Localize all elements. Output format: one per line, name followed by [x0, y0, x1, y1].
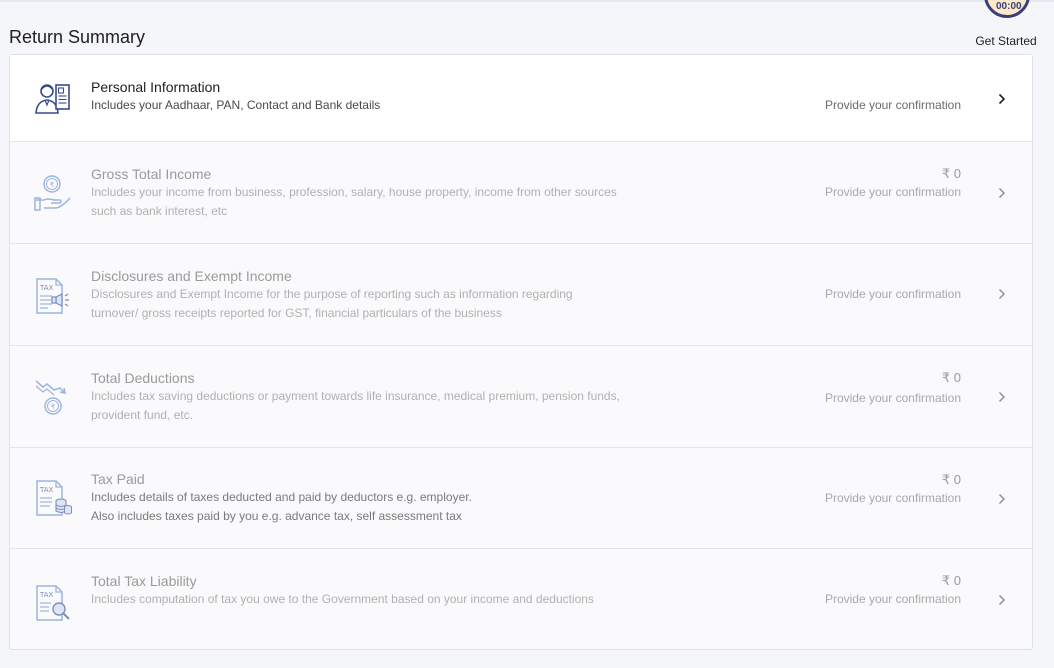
section-status: Provide your confirmation: [824, 287, 961, 301]
top-border: [0, 0, 1054, 2]
chevron-right-icon: [999, 289, 1005, 299]
section-amount: ₹ 0: [941, 166, 961, 181]
timer-badge-icon: 00:00: [984, 0, 1030, 18]
section-description: Includes your Aadhaar, PAN, Contact and …: [91, 98, 381, 112]
chevron-right-icon: [999, 188, 1005, 198]
svg-text:TAX: TAX: [39, 486, 54, 494]
page-title: Return Summary: [9, 27, 146, 48]
chevron-right-icon: [999, 392, 1005, 402]
svg-text:TAX: TAX: [39, 284, 54, 292]
section-status: Provide your confirmation: [824, 592, 961, 606]
return-summary-card: Personal Information Includes your Aadha…: [9, 54, 1033, 650]
section-status: Provide your confirmation: [824, 185, 961, 199]
section-title: Total Tax Liability: [91, 573, 197, 589]
section-title: Total Deductions: [91, 370, 195, 386]
svg-text:TAX: TAX: [39, 591, 54, 599]
rupee-hand-icon: ₹: [34, 175, 71, 211]
chevron-right-icon: [999, 494, 1005, 504]
section-total-deductions[interactable]: ₹ Total Deductions Includes tax saving d…: [10, 346, 1032, 448]
section-description: Includes tax saving deductions or paymen…: [91, 389, 620, 422]
section-gross-total-income[interactable]: ₹ Gross Total Income Includes your incom…: [10, 142, 1032, 244]
get-started-label: Get Started: [975, 34, 1037, 48]
section-title: Disclosures and Exempt Income: [91, 268, 292, 284]
section-disclosures-exempt-income[interactable]: TAX Disclosures and Exempt Income Disclo…: [10, 244, 1032, 346]
chevron-right-icon: [999, 595, 1005, 605]
section-description: Includes computation of tax you owe to t…: [91, 592, 594, 606]
section-personal-information[interactable]: Personal Information Includes your Aadha…: [10, 55, 1032, 142]
tax-megaphone-icon: TAX: [36, 278, 69, 314]
chevron-right-icon: [998, 93, 1006, 105]
section-description: Includes your income from business, prof…: [91, 185, 617, 218]
tax-search-icon: TAX: [36, 585, 70, 621]
section-title: Personal Information: [91, 79, 221, 95]
svg-text:₹: ₹: [50, 181, 55, 189]
tax-coins-icon: TAX: [36, 480, 72, 516]
timer-badge-text: 00:00: [996, 1, 1022, 12]
section-status: Provide your confirmation: [824, 98, 961, 112]
get-started-widget[interactable]: 00:00 Get Started: [966, 0, 1046, 52]
section-description-line: Includes details of taxes deducted and p…: [91, 490, 472, 504]
section-total-tax-liability[interactable]: TAX Total Tax Liability Includes computa…: [10, 549, 1032, 649]
section-title: Gross Total Income: [91, 166, 212, 182]
section-amount: ₹ 0: [941, 573, 961, 588]
section-description: Includes details of taxes deducted and p…: [91, 488, 621, 526]
section-status: Provide your confirmation: [824, 391, 961, 405]
section-amount: ₹ 0: [941, 472, 961, 487]
section-amount: ₹ 0: [941, 370, 961, 385]
down-trend-rupee-icon: ₹: [35, 380, 66, 415]
section-status: Provide your confirmation: [824, 491, 961, 505]
section-tax-paid[interactable]: TAX Tax Paid Includes details of taxes d…: [10, 448, 1032, 549]
section-description-line: Also includes taxes paid by you e.g. adv…: [91, 509, 462, 523]
person-id-icon: [35, 84, 70, 114]
svg-text:₹: ₹: [51, 403, 56, 411]
section-description: Disclosures and Exempt Income for the pu…: [91, 287, 573, 320]
section-title: Tax Paid: [91, 471, 145, 487]
